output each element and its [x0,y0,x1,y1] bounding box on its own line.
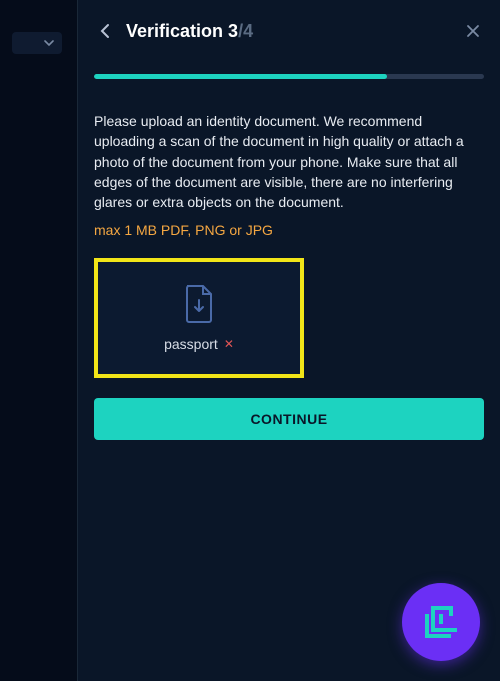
remove-file-button[interactable]: ✕ [224,337,234,351]
chevron-left-icon [100,23,110,39]
progress-fill [94,74,387,79]
chevron-down-icon [44,40,54,47]
sidebar [0,0,78,681]
uploaded-file-row: passport ✕ [164,336,234,352]
sidebar-dropdown[interactable] [12,32,62,54]
upload-row: passport ✕ [94,258,484,378]
main-panel: Verification 3/4 Please upload an identi… [78,0,500,681]
upload-instructions: Please upload an identity document. We r… [94,111,484,212]
progress-bar [94,74,484,79]
title-prefix: Verification [126,21,228,41]
back-button[interactable] [94,20,116,42]
support-fab[interactable] [402,583,480,661]
page-title: Verification 3/4 [126,21,253,42]
uploaded-file-name: passport [164,336,218,352]
modal-header: Verification 3/4 [94,20,484,42]
close-icon [466,24,480,38]
total-steps: 4 [243,21,253,41]
file-requirements: max 1 MB PDF, PNG or JPG [94,222,484,238]
logo-icon [419,600,463,644]
continue-button[interactable]: CONTINUE [94,398,484,440]
upload-dropzone[interactable]: passport ✕ [94,258,304,378]
file-download-icon [181,284,217,324]
current-step: 3 [228,21,238,41]
close-button[interactable] [462,20,484,42]
